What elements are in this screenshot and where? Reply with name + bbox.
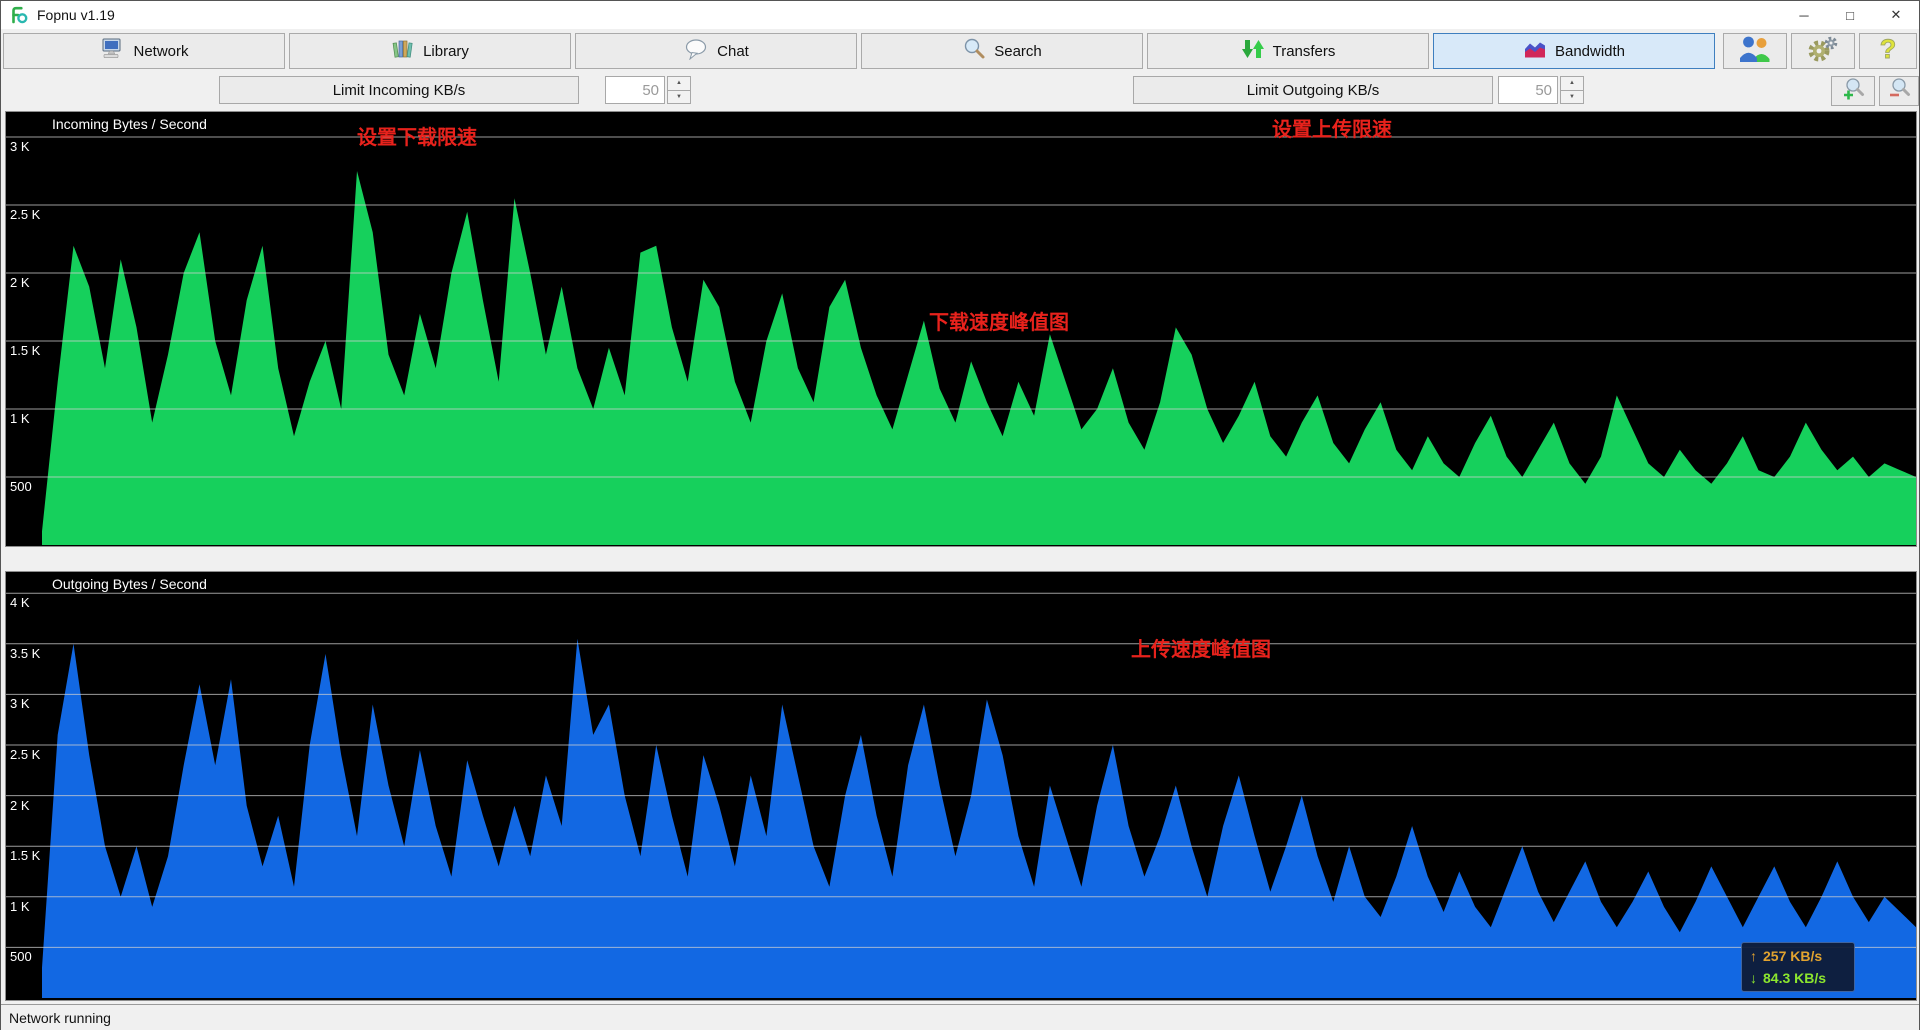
status-bar: Network running bbox=[1, 1004, 1919, 1030]
help-button[interactable]: ? bbox=[1859, 33, 1917, 69]
minimize-button[interactable]: ─ bbox=[1781, 1, 1827, 29]
title-bar: Fopnu v1.19 ─ □ ✕ bbox=[1, 1, 1919, 29]
zoom-out-icon bbox=[1886, 76, 1912, 107]
annotation-set-download-limit: 设置下载限速 bbox=[357, 121, 477, 150]
y-axis-tick-label: 500 bbox=[10, 949, 32, 964]
app-window: Fopnu v1.19 ─ □ ✕ Network bbox=[0, 0, 1920, 1030]
y-axis-tick-label: 2.5 K bbox=[10, 747, 40, 762]
y-axis-tick-label: 2 K bbox=[10, 798, 30, 813]
download-rate-value: 84.3 KB/s bbox=[1763, 970, 1826, 986]
close-button[interactable]: ✕ bbox=[1873, 1, 1919, 29]
tab-chat[interactable]: Chat bbox=[575, 33, 857, 69]
outgoing-graph-panel: Outgoing Bytes / Second ↑ 257 KB/s ↓ 84.… bbox=[5, 571, 1917, 1001]
y-axis-tick-label: 2 K bbox=[10, 275, 30, 290]
tab-bandwidth[interactable]: Bandwidth bbox=[1433, 33, 1715, 69]
down-arrow-icon: ↓ bbox=[1750, 970, 1757, 986]
outgoing-chart-title: Outgoing Bytes / Second bbox=[52, 576, 207, 592]
zoom-in-button[interactable] bbox=[1831, 76, 1875, 106]
transfer-rate-overlay: ↑ 257 KB/s ↓ 84.3 KB/s bbox=[1741, 942, 1855, 992]
spin-up-arrow[interactable]: ▲ bbox=[1560, 76, 1584, 91]
users-icon bbox=[1737, 34, 1773, 69]
annotation-download-peak-graph: 下载速度峰值图 bbox=[929, 306, 1069, 335]
tab-label: Search bbox=[994, 43, 1042, 60]
zoom-out-button[interactable] bbox=[1879, 76, 1919, 106]
limit-incoming-spinbox: 50 ▲ ▼ bbox=[605, 76, 691, 104]
upload-rate-value: 257 KB/s bbox=[1763, 948, 1822, 964]
incoming-chart-title: Incoming Bytes / Second bbox=[52, 116, 207, 132]
limit-incoming-value[interactable]: 50 bbox=[605, 76, 665, 104]
bandwidth-chart-icon bbox=[1523, 40, 1547, 63]
spin-down-arrow[interactable]: ▼ bbox=[667, 91, 691, 105]
tab-network[interactable]: Network bbox=[3, 33, 285, 69]
fopnu-logo-icon bbox=[10, 6, 28, 24]
limit-outgoing-value[interactable]: 50 bbox=[1498, 76, 1558, 104]
y-axis-tick-label: 3 K bbox=[10, 696, 30, 711]
y-axis-tick-label: 500 bbox=[10, 479, 32, 494]
limit-outgoing-spinbox: 50 ▲ ▼ bbox=[1498, 76, 1584, 104]
maximize-button[interactable]: □ bbox=[1827, 1, 1873, 29]
gear-icon bbox=[1805, 34, 1841, 69]
window-title: Fopnu v1.19 bbox=[37, 7, 115, 23]
zoom-in-icon bbox=[1840, 76, 1866, 107]
y-axis-tick-label: 2.5 K bbox=[10, 207, 40, 222]
tab-label: Chat bbox=[717, 43, 749, 60]
tab-transfers[interactable]: Transfers bbox=[1147, 33, 1429, 69]
download-rate: ↓ 84.3 KB/s bbox=[1750, 970, 1846, 986]
window-controls: ─ □ ✕ bbox=[1781, 1, 1919, 29]
y-axis-tick-label: 1 K bbox=[10, 411, 30, 426]
spin-down-arrow[interactable]: ▼ bbox=[1560, 91, 1584, 105]
annotation-set-upload-limit: 设置上传限速 bbox=[1272, 113, 1392, 142]
network-status-text: Network running bbox=[9, 1010, 111, 1026]
up-arrow-icon: ↑ bbox=[1750, 948, 1757, 964]
search-icon bbox=[962, 37, 986, 65]
limit-outgoing-button[interactable]: Limit Outgoing KB/s bbox=[1133, 76, 1493, 104]
bandwidth-toolbar: Limit Incoming KB/s 50 ▲ ▼ Limit Outgoin… bbox=[1, 73, 1919, 109]
settings-button[interactable] bbox=[1791, 33, 1855, 69]
tab-label: Transfers bbox=[1273, 43, 1336, 60]
chat-bubble-icon bbox=[683, 38, 709, 64]
y-axis-tick-label: 1.5 K bbox=[10, 343, 40, 358]
tab-label: Network bbox=[133, 43, 188, 60]
network-icon bbox=[99, 38, 125, 64]
question-mark-icon: ? bbox=[1873, 34, 1903, 69]
upload-rate: ↑ 257 KB/s bbox=[1750, 948, 1846, 964]
tab-label: Bandwidth bbox=[1555, 43, 1625, 60]
svg-text:?: ? bbox=[1880, 34, 1897, 64]
y-axis-tick-label: 1.5 K bbox=[10, 848, 40, 863]
tab-label: Library bbox=[423, 43, 469, 60]
annotation-upload-peak-graph: 上传速度峰值图 bbox=[1131, 633, 1271, 662]
library-books-icon bbox=[391, 37, 415, 65]
limit-incoming-button[interactable]: Limit Incoming KB/s bbox=[219, 76, 579, 104]
outgoing-area-chart bbox=[6, 572, 1916, 1000]
transfers-arrows-icon bbox=[1241, 37, 1265, 65]
spin-up-arrow[interactable]: ▲ bbox=[667, 76, 691, 91]
y-axis-tick-label: 1 K bbox=[10, 899, 30, 914]
tab-bar: Network Library Chat bbox=[1, 29, 1919, 73]
tab-library[interactable]: Library bbox=[289, 33, 571, 69]
tab-search[interactable]: Search bbox=[861, 33, 1143, 69]
y-axis-tick-label: 3.5 K bbox=[10, 646, 40, 661]
y-axis-tick-label: 4 K bbox=[10, 595, 30, 610]
users-button[interactable] bbox=[1723, 33, 1787, 69]
y-axis-tick-label: 3 K bbox=[10, 139, 30, 154]
